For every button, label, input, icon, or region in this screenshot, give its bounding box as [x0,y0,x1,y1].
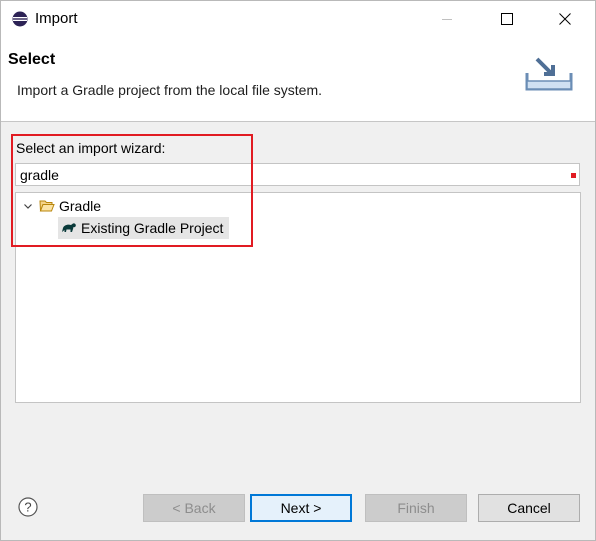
finish-button-label: Finish [397,500,435,516]
page-description: Import a Gradle project from the local f… [17,82,322,98]
svg-text:?: ? [24,500,31,515]
import-wizard-icon [525,57,573,91]
next-button[interactable]: Next > [250,494,352,522]
finish-button[interactable]: Finish [365,494,467,522]
clear-filter-icon[interactable] [571,173,576,178]
wizard-banner: Select Import a Gradle project from the … [1,37,595,122]
import-dialog: Import Select Import a Gradle project fr… [0,0,596,541]
folder-icon [39,200,55,212]
minimize-icon [442,19,452,20]
filter-value: gradle [20,167,59,183]
import-wizard-label: Select an import wizard: [16,140,166,156]
wizard-tree[interactable]: Gradle Existing Gradle Project [15,192,581,403]
cancel-button-label: Cancel [507,500,551,516]
minimize-button[interactable] [424,1,470,37]
back-button-label: < Back [172,500,216,516]
gradle-elephant-icon [62,223,76,232]
page-title: Select [8,51,56,68]
title-bar: Import [1,1,595,37]
cancel-button[interactable]: Cancel [478,494,580,522]
maximize-icon [501,13,513,25]
tree-item-label: Existing Gradle Project [81,220,224,236]
chevron-down-icon[interactable] [22,200,34,212]
tree-item-existing-gradle-project[interactable]: Existing Gradle Project [58,217,230,239]
tree-item-label: Gradle [59,198,102,214]
wizard-filter-input[interactable]: gradle [15,163,580,186]
eclipse-icon [12,11,28,27]
back-button[interactable]: < Back [143,494,245,522]
tree-item-gradle[interactable]: Gradle [22,195,101,217]
maximize-button[interactable] [484,1,530,37]
close-icon [559,13,571,25]
window-title: Import [35,10,78,27]
next-button-label: Next > [280,500,322,516]
help-icon[interactable]: ? [18,497,38,517]
close-button[interactable] [542,1,588,37]
